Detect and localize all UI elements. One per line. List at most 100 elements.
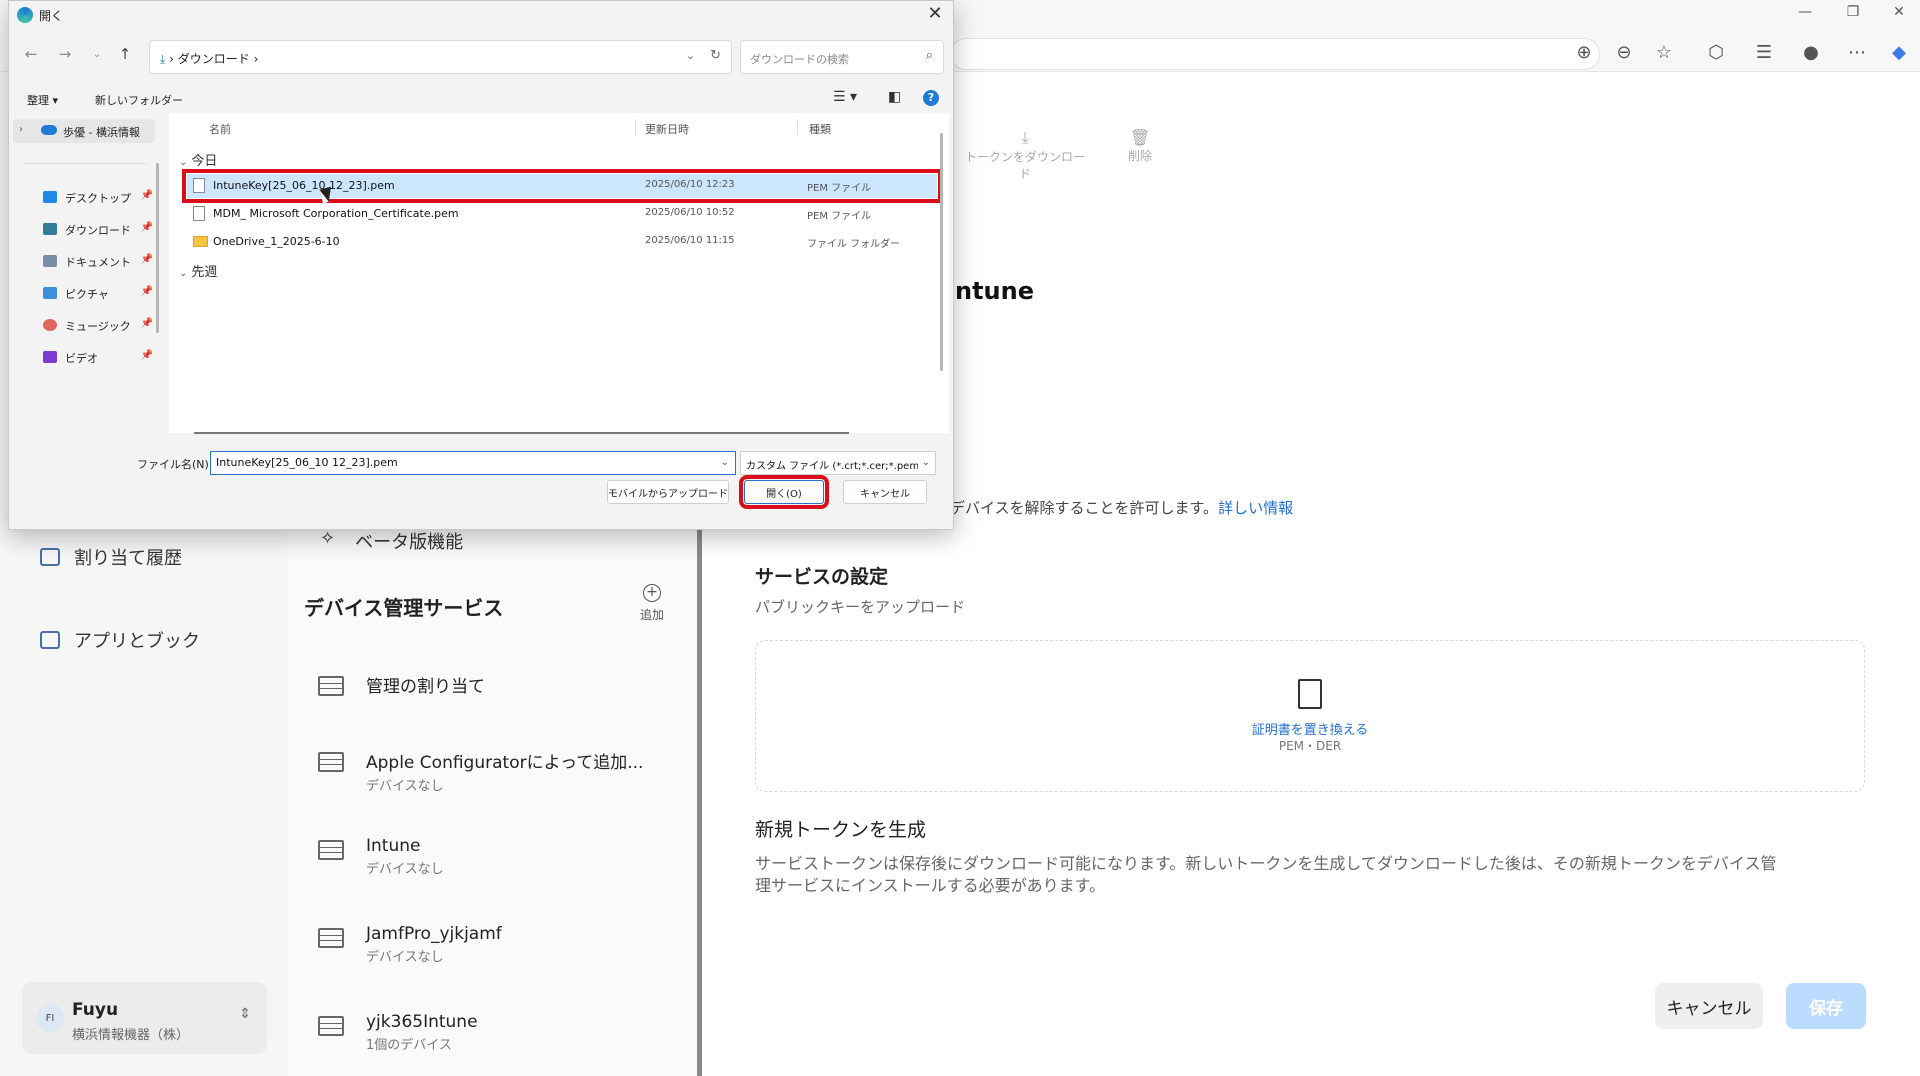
organize-menu[interactable]: 整理 ▾ (27, 92, 58, 108)
server-icon (318, 1016, 344, 1036)
dialog-titlebar: 開く ✕ (9, 1, 953, 29)
copilot-icon[interactable]: ◆ (1885, 38, 1913, 66)
certificate-dropzone[interactable]: 証明書を置き換える PEM・DER (755, 640, 1865, 792)
download-icon: ⤓ (1021, 128, 1029, 147)
breadcrumb[interactable]: ⤓ › ダウンロード › ⌄ ↻ (149, 40, 732, 74)
service-item-intune[interactable]: Intune デバイスなし (318, 836, 444, 877)
nav-item-desktop[interactable]: デスクトップ 📌 (43, 187, 153, 209)
save-button[interactable]: 保存 (1786, 983, 1866, 1029)
download-folder-icon: ⤓ (160, 52, 166, 66)
help-icon[interactable]: ? (923, 90, 939, 106)
up-arrow-icon[interactable]: ↑ (113, 45, 137, 63)
file-date: 2025/06/10 12:23 (645, 179, 735, 190)
download-token-label: トークンをダウンロード (965, 150, 1086, 181)
nav-item-videos[interactable]: ビデオ 📌 (43, 347, 153, 369)
history-icon (40, 548, 60, 566)
filename-field[interactable]: IntuneKey[25_06_10 12_23].pem ⌄ (210, 451, 736, 475)
close-icon[interactable]: ✕ (923, 3, 947, 27)
new-folder-button[interactable]: 新しいフォルダー (95, 92, 183, 108)
column-divider (635, 119, 636, 135)
cancel-button[interactable]: キャンセル (1655, 983, 1763, 1029)
nav-item-downloads[interactable]: ダウンロード 📌 (43, 219, 153, 241)
service-name: yjk365Intune (366, 1012, 478, 1032)
chevron-down-icon[interactable]: ⌄ (721, 457, 729, 468)
download-token-action[interactable]: ⤓ トークンをダウンロード (965, 128, 1085, 182)
horizontal-scrollbar[interactable] (194, 432, 849, 434)
service-item-jamfpro[interactable]: JamfPro_yjkjamf デバイスなし (318, 924, 502, 965)
favorite-star-icon[interactable]: ☆ (1650, 38, 1678, 66)
group-header-last-week[interactable]: ⌄ 先週 (179, 261, 217, 280)
service-name: Apple Configuratorによって追加... (366, 753, 644, 773)
service-item-yjk365intune[interactable]: yjk365Intune 1個のデバイス (318, 1012, 478, 1053)
service-item-assignment[interactable]: 管理の割り当て (318, 672, 485, 697)
column-header-type[interactable]: 種類 (809, 121, 831, 137)
pin-icon: 📌 (140, 190, 153, 201)
refresh-icon[interactable]: ↻ (710, 48, 721, 63)
favorites-icon[interactable]: ☰ (1750, 38, 1778, 66)
delete-action[interactable]: 🗑 削除 (1125, 128, 1155, 164)
navigation-pane: › 歩優 - 横浜情報 デスクトップ 📌 ダウンロード 📌 ドキュメント 📌 ピ… (9, 113, 159, 433)
filetype-select[interactable]: カスタム ファイル (*.crt;*.cer;*.pem; ⌄ (740, 451, 936, 475)
user-account-switcher[interactable]: FI Fuyu 横浜情報機器（株） ⇕ (22, 982, 267, 1054)
more-info-link[interactable]: 詳しい情報 (1218, 499, 1293, 517)
add-service-button[interactable]: + 追加 (640, 584, 664, 623)
file-row-onedrive-folder[interactable]: OneDrive_1_2025-6-10 2025/06/10 11:15 ファ… (187, 230, 937, 254)
more-menu-icon[interactable]: ⋯ (1843, 38, 1871, 66)
file-row-intunekey[interactable]: IntuneKey[25_06_10 12_23].pem 2025/06/10… (182, 169, 942, 203)
back-arrow-icon[interactable]: ← (19, 45, 43, 63)
desktop-icon (43, 191, 57, 203)
file-type: PEM ファイル (807, 211, 872, 222)
close-window-icon[interactable]: ✕ (1884, 4, 1914, 20)
file-name: MDM_ Microsoft Corporation_Certificate.p… (213, 207, 459, 220)
dialog-title: 開く (39, 9, 64, 23)
user-org: 横浜情報機器（株） (72, 1028, 190, 1043)
group-header-today[interactable]: ⌄ 今日 (179, 150, 217, 169)
pin-icon: 📌 (140, 222, 153, 233)
nav-item-apps[interactable]: アプリとブック (40, 627, 200, 653)
nav-item-history[interactable]: 割り当て履歴 (40, 544, 182, 570)
file-type: PEM ファイル (807, 183, 872, 194)
upload-pubkey-label: パブリックキーをアップロード (755, 598, 966, 616)
upload-from-mobile-button[interactable]: モバイルからアップロード (607, 480, 729, 504)
service-name: 管理の割り当て (366, 677, 485, 697)
column-header-name[interactable]: 名前 (209, 121, 231, 137)
nav-label: ミュージック (65, 320, 131, 333)
new-token-description-2: 理サービスにインストールする必要があります。 (755, 876, 1106, 895)
chevron-down-icon[interactable]: ⌄ (686, 49, 695, 62)
avatar: FI (36, 1004, 64, 1032)
restore-icon[interactable]: ❐ (1838, 4, 1868, 20)
preview-pane-icon[interactable]: ◧ (888, 89, 901, 105)
nav-item-music[interactable]: ミュージック 📌 (43, 315, 153, 337)
file-icon (193, 206, 205, 221)
plus-icon: + (643, 584, 661, 602)
nav-item-documents[interactable]: ドキュメント 📌 (43, 251, 153, 273)
view-options-icon[interactable]: ☰ ▾ (833, 89, 857, 105)
nav-item-pictures[interactable]: ピクチャ 📌 (43, 283, 153, 305)
open-button[interactable]: 開く(O) (739, 475, 829, 509)
extensions-icon[interactable]: ⬡ (1702, 38, 1730, 66)
dialog-cancel-button[interactable]: キャンセル (843, 480, 927, 504)
nav-label: ドキュメント (65, 256, 131, 269)
allow-description: デバイスを解除することを許可します。詳しい情報 (950, 497, 1293, 518)
recent-dropdown-icon[interactable]: ⌄ (85, 49, 109, 60)
file-row-mdm-certificate[interactable]: MDM_ Microsoft Corporation_Certificate.p… (187, 202, 937, 226)
nav-item-onedrive[interactable]: › 歩優 - 横浜情報 (13, 119, 155, 143)
service-item-configurator[interactable]: Apple Configuratorによって追加... デバイスなし (318, 748, 643, 794)
service-device-count: 1個のデバイス (366, 1038, 452, 1053)
forward-arrow-icon[interactable]: → (53, 45, 77, 63)
minimize-icon[interactable]: — (1790, 4, 1820, 20)
address-bar[interactable] (950, 38, 1600, 70)
file-list-scrollbar[interactable] (940, 133, 943, 371)
read-aloud-icon[interactable]: ⊖ (1610, 38, 1638, 66)
replace-certificate-link[interactable]: 証明書を置き換える (756, 719, 1864, 738)
server-icon (318, 840, 344, 860)
nav-scrollbar[interactable] (156, 163, 159, 333)
beta-features-item[interactable]: ✧ ベータ版機能 (320, 528, 463, 554)
zoom-icon[interactable]: ⊕ (1570, 38, 1598, 66)
user-name: Fuyu (72, 1000, 119, 1020)
search-icon: ⌕ (925, 48, 933, 63)
documents-icon (43, 255, 57, 267)
profile-avatar-icon[interactable]: ● (1797, 38, 1825, 66)
search-input[interactable]: ダウンロードの検索 ⌕ (740, 40, 944, 74)
column-header-date[interactable]: 更新日時 (645, 121, 689, 137)
